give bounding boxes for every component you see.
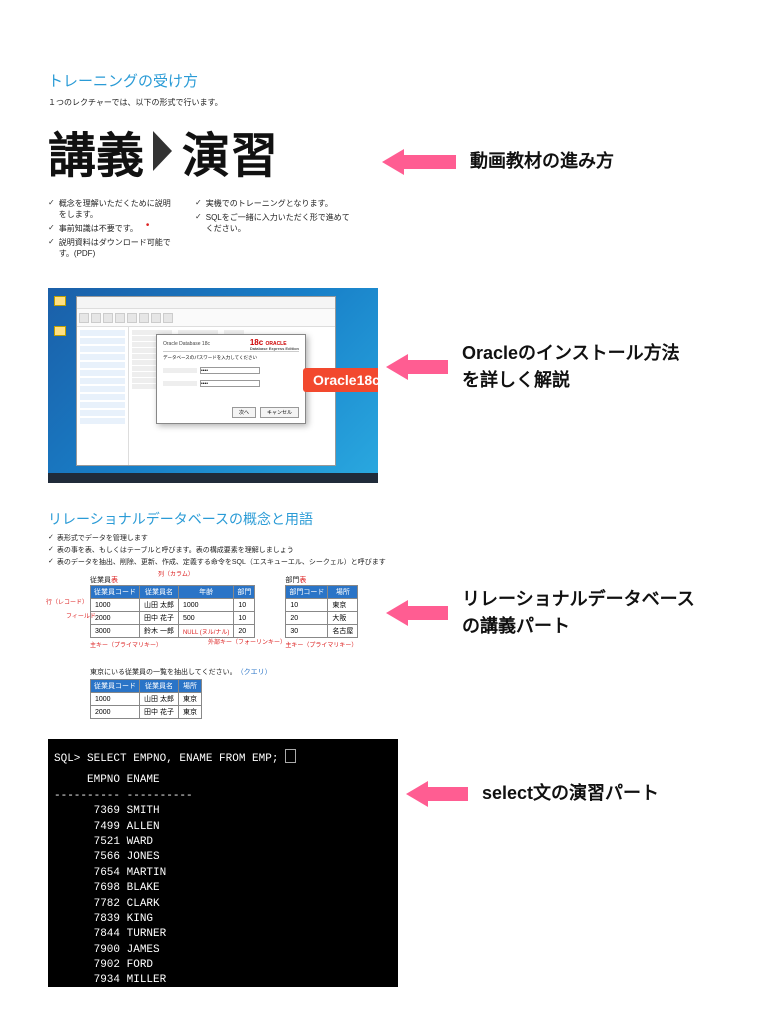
confirm-row [163, 380, 299, 387]
arrow-left-icon [406, 781, 468, 807]
password-input[interactable] [200, 367, 260, 374]
table-row: 1000山田 太郎東京 [91, 693, 202, 706]
oracle-version-badge: Oracle18c [303, 368, 378, 392]
row-anno: 行（レコード） [46, 597, 88, 606]
table-row: 10東京 [286, 599, 358, 612]
sql-row: 7782 CLARK [54, 897, 392, 912]
slide1-sub: １つのレクチャーでは、以下の形式で行います。 [48, 97, 350, 108]
sql-prompt-line: SQL> SELECT EMPNO, ENAME FROM EMP; [54, 747, 392, 767]
training-flow-slide: トレーニングの受け方 １つのレクチャーでは、以下の形式で行います。 講義 演習 … [0, 0, 350, 262]
sql-row: 7566 JONES [54, 850, 392, 865]
exercise-label: 演習 [182, 116, 278, 186]
flow-arrow-icon [150, 129, 176, 173]
result-table: 従業員コード従業員名場所 1000山田 太郎東京 2000田中 花子東京 [90, 679, 202, 719]
slide3-title: リレーショナルデータベースの概念と用語 [48, 509, 398, 529]
sql-row: 7499 ALLEN [54, 820, 392, 835]
pk-label-2: 主キー（プライマリキー） [285, 640, 358, 649]
sql-row: 7698 BLAKE [54, 881, 392, 896]
oracle-logo: 18c ORACLEDatabase Express Edition [250, 339, 299, 351]
rdb-concepts-slide: リレーショナルデータベースの概念と用語 表形式でデータを管理します 表の事を表、… [48, 509, 398, 719]
bullet-item: 事前知識は不要です。• [48, 223, 177, 234]
bullet-item: 概念を理解いただくために説明をします。 [48, 198, 177, 220]
query-text: 東京にいる従業員の一覧を抽出してください。 （クエリ） [90, 667, 398, 677]
bullet-item: SQLをご一緒に入力いただく形で進めてください。 [195, 212, 350, 234]
sql-row: 7844 TURNER [54, 927, 392, 942]
sql-row: 7934 MILLER [54, 973, 392, 988]
table-row: 20大阪 [286, 612, 358, 625]
oracle-install-screenshot: Oracle Database 18c 18c ORACLEDatabase E… [48, 288, 378, 483]
sql-header: EMPNO ENAME [54, 773, 392, 788]
table-row: 2000田中 花子東京 [91, 706, 202, 719]
arrow-left-icon [382, 149, 456, 175]
desktop-icon [54, 326, 66, 340]
sql-row: 7839 KING [54, 912, 392, 927]
bullet-item: 表のデータを抽出、削除、更新、作成、定義する命令をSQL（エスキューエル、シーク… [48, 557, 398, 567]
arrow-left-icon [386, 354, 448, 380]
column-anno: 列（カラム） [158, 569, 194, 578]
table-row: 3000鈴木 一郎NULL (ヌル/ナル)20 [91, 625, 255, 638]
dialog-cancel-button[interactable]: キャンセル [260, 407, 299, 418]
annotation-label-1: 動画教材の進み方 [470, 148, 614, 175]
sql-row: 7900 JAMES [54, 943, 392, 958]
annotation-arrow-4: select文の演習パート [406, 780, 659, 807]
dept-table-label: 部門表 [285, 575, 358, 585]
lecture-label: 講義 [48, 116, 144, 186]
password-row [163, 367, 299, 374]
sql-terminal: SQL> SELECT EMPNO, ENAME FROM EMP; EMPNO… [48, 739, 398, 987]
bullet-item: 実機でのトレーニングとなります。 [195, 198, 350, 209]
annotation-label-2: Oracleのインストール方法を詳しく解説 [462, 340, 680, 394]
slide1-title: トレーニングの受け方 [48, 70, 350, 91]
annotation-label-4: select文の演習パート [482, 780, 659, 807]
oracle-install-dialog: Oracle Database 18c 18c ORACLEDatabase E… [156, 334, 306, 424]
table-row: 30名古屋 [286, 625, 358, 638]
windows-taskbar [48, 473, 378, 483]
bullet-item: 説明資料はダウンロード可能です。(PDF) [48, 237, 177, 259]
sql-row: 7902 FORD [54, 958, 392, 973]
desktop-icon [54, 296, 66, 310]
sql-divider: ---------- ---------- [54, 789, 392, 804]
table-row: 2000田中 花子50010 [91, 612, 255, 625]
emp-table: 従業員コード従業員名年齢部門 1000山田 太郎100010 2000田中 花子… [90, 585, 255, 638]
confirm-input[interactable] [200, 380, 260, 387]
fk-anno: 外部キー（フォーリンキー） [208, 637, 286, 646]
annotation-label-3: リレーショナルデータベースの講義パート [462, 586, 695, 640]
annotation-arrow-2: Oracleのインストール方法を詳しく解説 [386, 340, 680, 394]
sql-footer: 12行が選択されました。 [54, 995, 392, 1010]
bullet-item: 表の事を表、もしくはテーブルと呼びます。表の構成要素を理解しましょう [48, 545, 398, 555]
field-anno: フィールド [66, 611, 96, 620]
slide1-bullets: 概念を理解いただくために説明をします。 事前知識は不要です。• 説明資料はダウン… [48, 198, 350, 262]
dept-table: 部門コード場所 10東京 20大阪 30名古屋 [285, 585, 358, 638]
bullet-item: 表形式でデータを管理します [48, 533, 398, 543]
bullet-list-left: 概念を理解いただくために説明をします。 事前知識は不要です。• 説明資料はダウン… [48, 198, 177, 262]
dialog-next-button[interactable]: 次へ [232, 407, 256, 418]
sql-row: 7521 WARD [54, 835, 392, 850]
annotation-arrow-1: 動画教材の進み方 [382, 148, 614, 175]
annotation-arrow-3: リレーショナルデータベースの講義パート [386, 586, 695, 640]
table-row: 1000山田 太郎100010 [91, 599, 255, 612]
arrow-left-icon [386, 600, 448, 626]
sql-row: 7369 SMITH [54, 804, 392, 819]
dialog-sub: データベースのパスワードを入力してください [163, 351, 299, 361]
sql-row: 7654 MARTIN [54, 866, 392, 881]
slide1-flow: 講義 演習 [48, 116, 350, 186]
bullet-list-right: 実機でのトレーニングとなります。 SQLをご一緒に入力いただく形で進めてください… [195, 198, 350, 262]
cursor-icon [285, 749, 296, 763]
slide3-bullets: 表形式でデータを管理します 表の事を表、もしくはテーブルと呼びます。表の構成要素… [48, 533, 398, 567]
